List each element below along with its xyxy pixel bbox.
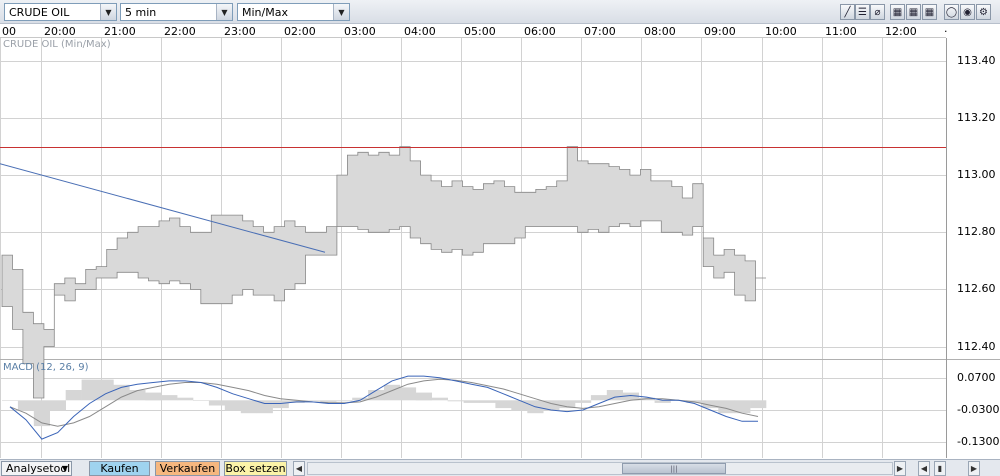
scroll-left-icon[interactable]: ◀ xyxy=(293,461,305,476)
main-panel-title: CRUDE OIL (Min/Max) xyxy=(3,39,111,50)
interval-select[interactable]: 5 min ▼ xyxy=(120,3,233,21)
macd-histogram-bar xyxy=(495,400,512,409)
price-tick-label: 112.40 xyxy=(957,339,996,353)
macd-histogram-bar xyxy=(2,400,19,401)
macd-histogram-bar xyxy=(224,400,241,411)
grid-two-icon[interactable]: ▦ xyxy=(906,4,921,20)
macd-tick-label: -0.1300 xyxy=(957,435,1000,449)
macd-histogram-bar xyxy=(129,390,146,401)
analysetool-dropdown[interactable]: Analysetool ▼ xyxy=(1,461,72,476)
price-tick-label: 113.40 xyxy=(957,53,996,67)
macd-histogram-bar xyxy=(718,400,735,414)
time-tick-label: 05:00 xyxy=(464,25,496,38)
interval-value: 5 min xyxy=(125,5,157,19)
time-tick-label: 12:00 xyxy=(885,25,917,38)
price-tick-label: 113.00 xyxy=(957,168,996,182)
macd-histogram-bar xyxy=(177,397,194,401)
time-tick-label: 08:00 xyxy=(644,25,676,38)
chart-canvas[interactable] xyxy=(0,38,1000,459)
macd-histogram-bar xyxy=(431,397,448,401)
macd-histogram-bar xyxy=(145,392,162,401)
bottom-bar: Analysetool ▼ Kaufen Verkaufen Box setze… xyxy=(0,459,1000,476)
time-tick-label: 20:00 xyxy=(44,25,76,38)
toolbar: CRUDE OIL ▼ 5 min ▼ Min/Max ▼ ╱ ☰ ⌀ ▦ ▦ ▦ ◯ ◉ ⚙ xyxy=(0,0,1000,24)
macd-histogram-bar xyxy=(240,400,257,414)
macd-histogram-bar xyxy=(399,387,417,401)
chart-application: CRUDE OIL ▼ 5 min ▼ Min/Max ▼ ╱ ☰ ⌀ ▦ ▦ ▦ ◯ ◉ ⚙ … xyxy=(0,0,1000,476)
analysetool-label: Analysetool xyxy=(6,462,71,475)
macd-panel-title: MACD (12, 26, 9) xyxy=(3,362,89,373)
macd-histogram-bar xyxy=(575,400,592,403)
time-tick-label: 00 xyxy=(2,25,16,38)
grid-one-icon[interactable]: ▦ xyxy=(890,4,905,20)
time-tick-label: 02:00 xyxy=(284,25,316,38)
resize-handle-icon[interactable]: ▮ xyxy=(934,461,946,476)
macd-histogram-bar xyxy=(479,400,496,403)
time-tick-label: 21:00 xyxy=(104,25,136,38)
scrollbar-thumb[interactable]: ||| xyxy=(622,463,726,474)
zoom-out-icon[interactable]: ◀ xyxy=(918,461,930,476)
time-tick-label: 22:00 xyxy=(164,25,196,38)
macd-histogram-bar xyxy=(193,400,210,401)
chevron-down-icon[interactable]: ▼ xyxy=(333,4,349,20)
macd-histogram-bar xyxy=(447,400,464,402)
macd-histogram-bar xyxy=(463,400,480,403)
buy-button[interactable]: Kaufen xyxy=(89,461,150,476)
zoom-in-icon[interactable]: ▶ xyxy=(968,461,980,476)
time-tick-label: 23:00 xyxy=(224,25,256,38)
macd-histogram-bar xyxy=(17,400,35,411)
macd-histogram-bar xyxy=(750,400,767,409)
macd-histogram-bar xyxy=(415,392,432,401)
macd-histogram-bar xyxy=(161,395,178,401)
time-tick-label: · xyxy=(944,25,948,38)
macd-histogram-bar xyxy=(272,400,289,409)
time-axis: 00 20:00 21:00 22:00 23:00 02:00 03:00 04:00 05:… xyxy=(0,24,948,38)
time-tick-label: 03:00 xyxy=(344,25,376,38)
time-tick-label: 10:00 xyxy=(765,25,797,38)
grid-three-icon[interactable]: ▦ xyxy=(922,4,937,20)
macd-histogram-bar xyxy=(320,400,337,402)
macd-tick-label: -0.0300 xyxy=(957,403,1000,416)
price-tick-label: 112.60 xyxy=(957,282,996,296)
macd-histogram-bar xyxy=(511,400,528,411)
chevron-down-icon: ▼ xyxy=(61,464,68,473)
macd-histogram-bar xyxy=(606,390,623,401)
macd-histogram-bar xyxy=(208,400,226,406)
time-tick-label: 09:00 xyxy=(704,25,736,38)
macd-histogram-bar xyxy=(65,390,82,401)
macd-histogram-bar xyxy=(590,395,608,401)
set-box-button[interactable]: Box setzen xyxy=(224,461,287,476)
time-tick-label: 04:00 xyxy=(404,25,436,38)
color-wheel-icon[interactable]: ◉ xyxy=(960,4,975,20)
scroll-right-icon[interactable]: ▶ xyxy=(894,461,906,476)
chart-type-select[interactable]: Min/Max ▼ xyxy=(237,3,350,21)
circle-icon[interactable]: ◯ xyxy=(944,4,959,20)
draw-line-icon[interactable]: ╱ xyxy=(840,4,855,20)
chevron-down-icon[interactable]: ▼ xyxy=(216,4,232,20)
symbol-select[interactable]: CRUDE OIL ▼ xyxy=(4,3,117,21)
sell-button[interactable]: Verkaufen xyxy=(155,461,220,476)
macd-histogram-bar xyxy=(81,379,98,401)
chevron-down-icon[interactable]: ▼ xyxy=(100,4,116,20)
min-max-band xyxy=(1,146,766,399)
macd-histogram-bar xyxy=(49,400,66,411)
horizontal-scrollbar[interactable]: ||| xyxy=(307,462,893,475)
price-tick-label: 112.80 xyxy=(957,225,996,239)
time-tick-label: 06:00 xyxy=(524,25,556,38)
horizontal-lines-icon[interactable]: ☰ xyxy=(855,4,870,20)
settings-icon[interactable]: ⚙ xyxy=(976,4,991,20)
macd-tick-label: 0.0700 xyxy=(957,370,996,384)
time-tick-label: 07:00 xyxy=(584,25,616,38)
price-tick-label: 113.20 xyxy=(957,111,996,124)
chart-type-value: Min/Max xyxy=(242,5,288,19)
fibonacci-icon[interactable]: ⌀ xyxy=(870,4,885,20)
macd-histogram-bar xyxy=(33,400,50,427)
macd-histogram-bar xyxy=(304,400,321,401)
macd-histogram-bar xyxy=(336,400,353,402)
symbol-value: CRUDE OIL xyxy=(9,5,70,19)
time-tick-label: 11:00 xyxy=(825,25,857,38)
